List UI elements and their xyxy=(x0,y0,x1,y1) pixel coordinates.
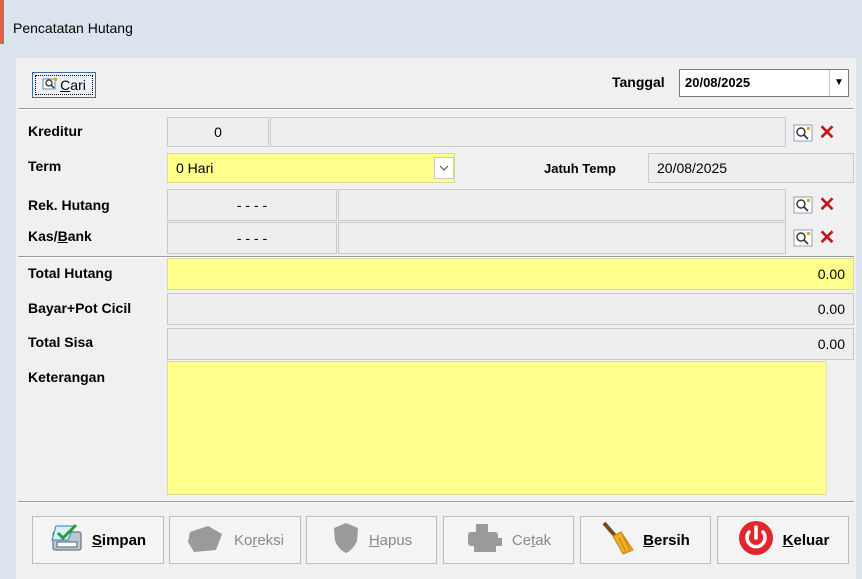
kreditur-name-field[interactable] xyxy=(270,117,786,147)
term-select[interactable]: 0 Hari xyxy=(167,153,455,183)
hapus-label: Hapus xyxy=(368,531,413,549)
form-panel: Cari Tanggal 20/08/2025 ▼ Kreditur 0 ✕ T… xyxy=(16,58,856,579)
rek-hutang-label: Rek. Hutang xyxy=(28,197,110,213)
separator-top xyxy=(18,108,854,110)
kreditur-search-icon[interactable] xyxy=(792,122,814,144)
bersih-button[interactable]: Bersih xyxy=(580,516,711,564)
rek-hutang-search-icon[interactable] xyxy=(792,194,814,216)
kas-bank-label: Kas/Bank xyxy=(28,228,92,244)
simpan-label: Simpan xyxy=(91,531,147,549)
broom-icon xyxy=(601,520,635,560)
window-edge xyxy=(0,0,4,44)
power-icon xyxy=(737,519,775,561)
cetak-button[interactable]: Cetak xyxy=(443,516,574,564)
bayar-pot-cicil-label: Bayar+Pot Cicil xyxy=(28,300,132,316)
keluar-label: Keluar xyxy=(782,531,830,549)
kas-bank-clear-icon[interactable]: ✕ xyxy=(816,227,838,249)
total-hutang-field[interactable]: 0.00 xyxy=(167,258,854,290)
kreditur-label: Kreditur xyxy=(28,123,83,139)
rek-hutang-name-field[interactable] xyxy=(338,189,786,221)
tanggal-date-picker[interactable]: 20/08/2025 ▼ xyxy=(679,69,849,97)
delete-icon xyxy=(331,521,361,559)
kreditur-code-field[interactable]: 0 xyxy=(167,117,269,147)
cetak-label: Cetak xyxy=(511,531,552,549)
separator-bottom xyxy=(18,501,854,503)
printer-icon xyxy=(466,522,504,558)
keluar-button[interactable]: Keluar xyxy=(717,516,849,564)
term-label: Term xyxy=(28,158,62,174)
kas-bank-search-icon[interactable] xyxy=(792,227,814,249)
cari-button[interactable]: Cari xyxy=(32,72,96,98)
jatuh-tempo-label: Jatuh Temp xyxy=(544,161,616,176)
jatuh-tempo-field[interactable]: 20/08/2025 xyxy=(648,153,854,183)
chevron-down-icon[interactable]: ▼ xyxy=(829,70,848,96)
total-hutang-label: Total Hutang xyxy=(28,265,113,281)
kas-bank-name-field[interactable] xyxy=(338,222,786,254)
rek-hutang-code-field[interactable]: - - - - xyxy=(167,189,337,221)
edit-icon xyxy=(186,522,226,558)
keterangan-label: Keterangan xyxy=(28,369,106,385)
hapus-button[interactable]: Hapus xyxy=(306,516,437,564)
keterangan-textarea[interactable] xyxy=(167,361,847,495)
total-sisa-field[interactable]: 0.00 xyxy=(167,328,854,360)
title-bar: Pencatatan Hutang xyxy=(0,0,862,44)
chevron-down-icon[interactable] xyxy=(434,157,454,179)
window-title: Pencatatan Hutang xyxy=(13,20,133,36)
save-icon xyxy=(50,522,84,558)
koreksi-button[interactable]: Koreksi xyxy=(169,516,301,564)
kas-bank-code-field[interactable]: - - - - xyxy=(167,222,337,254)
term-value: 0 Hari xyxy=(176,160,214,176)
bersih-label: Bersih xyxy=(643,531,690,549)
cari-label: Cari xyxy=(60,77,86,93)
rek-hutang-clear-icon[interactable]: ✕ xyxy=(816,194,838,216)
simpan-button[interactable]: Simpan xyxy=(32,516,164,564)
keterangan-scrollbar[interactable] xyxy=(826,361,847,495)
search-icon xyxy=(42,77,58,94)
tanggal-label: Tanggal xyxy=(612,74,665,90)
kreditur-clear-icon[interactable]: ✕ xyxy=(816,122,838,144)
bayar-pot-cicil-field[interactable]: 0.00 xyxy=(167,293,854,325)
total-sisa-label: Total Sisa xyxy=(28,334,94,350)
koreksi-label: Koreksi xyxy=(233,531,285,549)
tanggal-value: 20/08/2025 xyxy=(685,75,751,90)
